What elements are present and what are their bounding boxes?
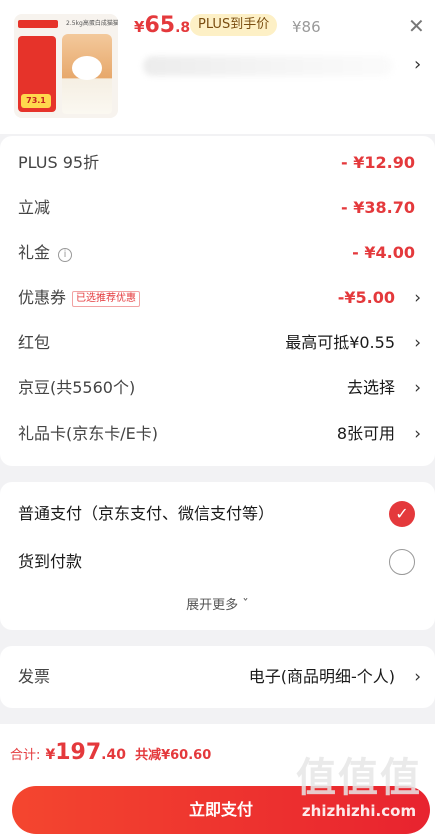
payment-option-cod[interactable]: 货到付款 — [18, 547, 421, 577]
chevron-right-icon[interactable]: › — [414, 663, 421, 691]
discount-label: 礼品卡(京东卡/E卡) — [18, 424, 158, 443]
discount-value: -¥5.00 — [337, 288, 395, 307]
discount-row-red-packet[interactable]: 红包 最高可抵¥0.55 › — [18, 329, 421, 357]
discount-value: - ¥38.70 — [341, 198, 415, 217]
coupon-badge: 已选推荐优惠 — [72, 291, 141, 307]
checkout-bar: 合计: ¥197.40 共减¥60.60 立即支付 值值值 zhizhizhi.… — [0, 724, 435, 838]
blurred-product-title — [143, 56, 393, 76]
radio-unselected-icon[interactable] — [389, 549, 415, 575]
discount-row-gift-card[interactable]: 礼品卡(京东卡/E卡) 8张可用 › — [18, 420, 421, 448]
invoice-row[interactable]: 发票 电子(商品明细-个人) › — [18, 663, 421, 691]
invoice-section[interactable]: 发票 电子(商品明细-个人) › — [0, 646, 435, 708]
discount-value: 去选择 — [346, 378, 395, 397]
invoice-value: 电子(商品明细-个人) — [248, 667, 395, 686]
discount-label: PLUS 95折 — [18, 153, 100, 172]
chevron-right-icon[interactable]: › — [414, 420, 421, 448]
info-icon[interactable]: i — [58, 248, 73, 262]
brand-logo — [18, 20, 58, 28]
payment-option-label: 货到付款 — [18, 552, 83, 571]
discount-value: 最高可抵¥0.55 — [285, 333, 395, 352]
promo-panel: 73.1 — [18, 36, 56, 112]
discount-label: 优惠券 — [18, 288, 67, 307]
original-price: ¥86 — [292, 18, 321, 36]
chevron-right-icon[interactable]: › — [414, 284, 421, 312]
chevron-right-icon[interactable]: › — [414, 54, 421, 75]
discount-row-coupon[interactable]: 优惠券 已选推荐优惠 -¥5.00 › — [18, 284, 421, 312]
order-total: 合计: ¥197.40 共减¥60.60 — [10, 740, 212, 765]
invoice-label: 发票 — [18, 667, 51, 686]
payment-option-normal[interactable]: 普通支付（京东支付、微信支付等） ✓ — [18, 499, 421, 529]
product-summary: 2.5kg高蛋白成猫猫粮 73.1 ¥65.8 PLUS到手价 ¥86 ✕ › — [0, 0, 435, 134]
discount-label: 立减 — [18, 198, 51, 217]
discount-row-jd-beans[interactable]: 京豆(共5560个) 去选择 › — [18, 374, 421, 402]
check-selected-icon[interactable]: ✓ — [389, 501, 415, 527]
discount-row-gift-money: 礼金 i - ¥4.00 — [18, 239, 421, 267]
payment-methods: 普通支付（京东支付、微信支付等） ✓ 货到付款 展开更多 ˇ — [0, 482, 435, 630]
discount-list: PLUS 95折 - ¥12.90 立减 - ¥38.70 礼金 i - ¥4.0… — [0, 136, 435, 466]
discount-label: 京豆(共5560个) — [18, 378, 136, 397]
discount-label: 礼金 — [18, 243, 51, 262]
promo-tag: 73.1 — [21, 94, 51, 108]
discount-value: - ¥4.00 — [352, 243, 415, 262]
discount-row-plus: PLUS 95折 - ¥12.90 — [18, 149, 421, 177]
discount-row-instant: 立减 - ¥38.70 — [18, 194, 421, 222]
discount-value: - ¥12.90 — [341, 153, 415, 172]
price-current: ¥65.8 — [134, 13, 191, 38]
discount-value: 8张可用 — [336, 424, 395, 443]
discount-label: 红包 — [18, 333, 51, 352]
chevron-right-icon[interactable]: › — [414, 329, 421, 357]
plus-price-badge: PLUS到手价 — [190, 14, 278, 36]
thumbnail-caption: 2.5kg高蛋白成猫猫粮 — [66, 20, 118, 27]
product-thumbnail[interactable]: 2.5kg高蛋白成猫猫粮 73.1 — [14, 14, 118, 118]
chevron-right-icon[interactable]: › — [414, 374, 421, 402]
close-icon[interactable]: ✕ — [408, 14, 425, 38]
total-saved: 共减¥60.60 — [135, 748, 212, 763]
payment-option-label: 普通支付（京东支付、微信支付等） — [18, 504, 275, 523]
site-watermark: 值值值 zhizhizhi.com — [296, 755, 422, 820]
total-label: 合计: — [10, 748, 41, 763]
expand-more-button[interactable]: 展开更多 ˇ — [0, 594, 435, 613]
product-bag-image — [62, 34, 112, 114]
